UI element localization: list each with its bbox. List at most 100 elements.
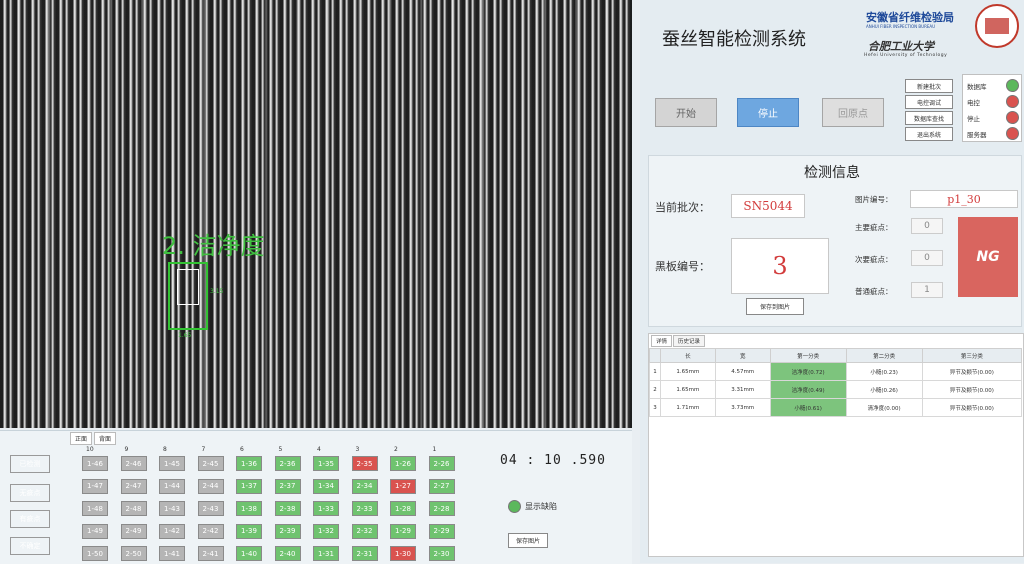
tab-front[interactable]: 正面 (70, 432, 93, 445)
sample-cell[interactable]: 1-37 (236, 478, 262, 494)
grid-column-header: 9 (124, 446, 129, 453)
grid-column-header: 6 (240, 446, 244, 453)
new-batch-button[interactable]: 新建批次 (905, 79, 953, 93)
stop-button[interactable]: 停止 (737, 98, 799, 127)
sample-cell[interactable]: 1-44 (159, 478, 185, 494)
sample-cell[interactable]: 1-36 (236, 456, 262, 471)
sample-cell[interactable]: 2-44 (197, 478, 224, 494)
sample-cell[interactable]: 2-36 (274, 456, 301, 471)
major-defect-value: 0 (911, 218, 943, 234)
status-light-icon (1006, 111, 1019, 124)
board-value: 3 (731, 238, 829, 294)
board-label: 黑板编号： (655, 260, 710, 273)
col-header (649, 348, 661, 363)
sample-cell[interactable]: 2-49 (120, 523, 147, 539)
sample-cell[interactable]: 1-45 (159, 456, 185, 471)
sample-cell[interactable]: 2-39 (274, 523, 301, 539)
col-header: 第二分类 (845, 348, 923, 363)
major-defect-label: 主要疵点： (855, 223, 893, 232)
col-header: 宽 (714, 348, 771, 363)
sample-cell[interactable]: 1-48 (82, 501, 108, 516)
legend-uncertain: 不确定 (10, 537, 50, 555)
sample-cell[interactable]: 2-37 (274, 478, 301, 494)
sample-cell[interactable]: 2-48 (120, 501, 147, 516)
sample-cell[interactable]: 2-26 (428, 456, 455, 471)
sample-cell[interactable]: 1-40 (236, 546, 262, 561)
sample-cell[interactable]: 1-46 (82, 456, 108, 471)
results-tabs: 详情 历史记录 (651, 335, 706, 347)
sample-cell[interactable]: 1-35 (313, 456, 339, 471)
status-light-icon (1006, 79, 1019, 92)
legend-defect: 有疵点 (10, 510, 50, 528)
sample-cell[interactable]: 1-47 (82, 478, 108, 494)
sample-cell[interactable]: 1-26 (390, 456, 416, 471)
pic-value: p1_30 (910, 190, 1018, 208)
sample-cell[interactable]: 1-34 (313, 478, 339, 494)
tab-back[interactable]: 背面 (94, 432, 117, 445)
show-defect-toggle[interactable]: 显示缺陷 (508, 500, 557, 513)
sample-cell[interactable]: 2-40 (274, 546, 301, 561)
grid-tabs: 正面 背面 (70, 432, 117, 445)
sample-cell[interactable]: 1-29 (390, 523, 416, 539)
org-name-1-en: ANHUI FIBER INSPECTION BUREAU (866, 24, 936, 29)
sample-cell[interactable]: 2-27 (428, 478, 455, 494)
sample-cell[interactable]: 2-41 (197, 546, 224, 561)
sample-cell[interactable]: 2-43 (197, 501, 224, 516)
sample-cell[interactable]: 1-42 (159, 523, 185, 539)
sample-cell[interactable]: 2-46 (120, 456, 147, 471)
defect-tag-right: 3.15 (210, 288, 224, 295)
status-panel: 数据库 电控 停止 服务器 (962, 74, 1022, 142)
sample-cell[interactable]: 2-47 (120, 478, 147, 494)
sample-cell[interactable]: 1-50 (82, 546, 108, 561)
grid-column-header: 5 (278, 446, 283, 453)
exit-button[interactable]: 退出系统 (905, 127, 953, 141)
table-row[interactable]: 2 1.65mm 3.31mm 洁净度(0.49) 小糙(0.26) 异节及颣节… (649, 380, 1023, 399)
motor-debug-button[interactable]: 电控调试 (905, 95, 953, 109)
info-title: 检测信息 (804, 165, 860, 181)
sample-cell[interactable]: 1-33 (313, 501, 339, 516)
batch-label: 当前批次： (655, 201, 710, 214)
sample-cell[interactable]: 2-45 (197, 456, 224, 471)
sample-cell[interactable]: 1-30 (390, 546, 416, 561)
sample-cell[interactable]: 2-34 (351, 478, 378, 494)
camera-view: 2. 洁净度 3.15 1.65 (0, 0, 632, 428)
sample-cell[interactable]: 2-31 (351, 546, 378, 561)
batch-value: SN5044 (731, 194, 805, 218)
sample-cell[interactable]: 1-38 (236, 501, 262, 516)
org-name-1: 安徽省纤维检验局 (866, 11, 954, 24)
tab-details[interactable]: 详情 (651, 335, 673, 347)
sample-cell[interactable]: 1-39 (236, 523, 262, 539)
save-image-button[interactable]: 保存图片 (508, 533, 548, 548)
minor-defect-value: 0 (911, 250, 943, 266)
sample-cell[interactable]: 2-33 (351, 501, 378, 516)
app-title: 蚕丝智能检测系统 (662, 29, 806, 50)
general-defect-label: 普通疵点： (855, 287, 893, 296)
sample-cell[interactable]: 2-32 (351, 523, 378, 539)
sample-cell[interactable]: 1-49 (82, 523, 108, 539)
sample-cell[interactable]: 1-41 (159, 546, 185, 561)
tab-history[interactable]: 历史记录 (673, 335, 706, 347)
status-light-icon (1006, 95, 1019, 108)
minor-defect-label: 次要疵点： (855, 255, 893, 264)
table-row[interactable]: 1 1.65mm 4.57mm 洁净度(0.72) 小糙(0.23) 异节及颣节… (649, 362, 1023, 381)
sample-cell[interactable]: 2-35 (351, 456, 378, 471)
save-to-image-button[interactable]: 保存到图片 (746, 298, 804, 315)
sample-cell[interactable]: 2-30 (428, 546, 455, 561)
home-button[interactable]: 回原点 (822, 98, 884, 127)
sample-cell[interactable]: 2-42 (197, 523, 224, 539)
col-header: 第三分类 (921, 348, 1023, 363)
sample-cell[interactable]: 2-28 (428, 501, 455, 516)
sample-cell[interactable]: 2-50 (120, 546, 147, 561)
sample-cell[interactable]: 1-43 (159, 501, 185, 516)
database-search-button[interactable]: 数据库查找 (905, 111, 953, 125)
status-stop: 停止 (967, 111, 1019, 124)
sample-cell[interactable]: 1-27 (390, 478, 416, 494)
sample-cell[interactable]: 1-32 (313, 523, 339, 539)
sample-cell[interactable]: 2-29 (428, 523, 455, 539)
start-button[interactable]: 开始 (655, 98, 717, 127)
sample-cell[interactable]: 1-31 (313, 546, 339, 561)
sample-cell[interactable]: 1-28 (390, 501, 416, 516)
table-row[interactable]: 3 1.71mm 3.73mm 小糙(0.61) 清净度(0.00) 异节及颣节… (649, 398, 1023, 417)
sample-cell[interactable]: 2-38 (274, 501, 301, 516)
status-server: 服务器 (967, 127, 1019, 140)
